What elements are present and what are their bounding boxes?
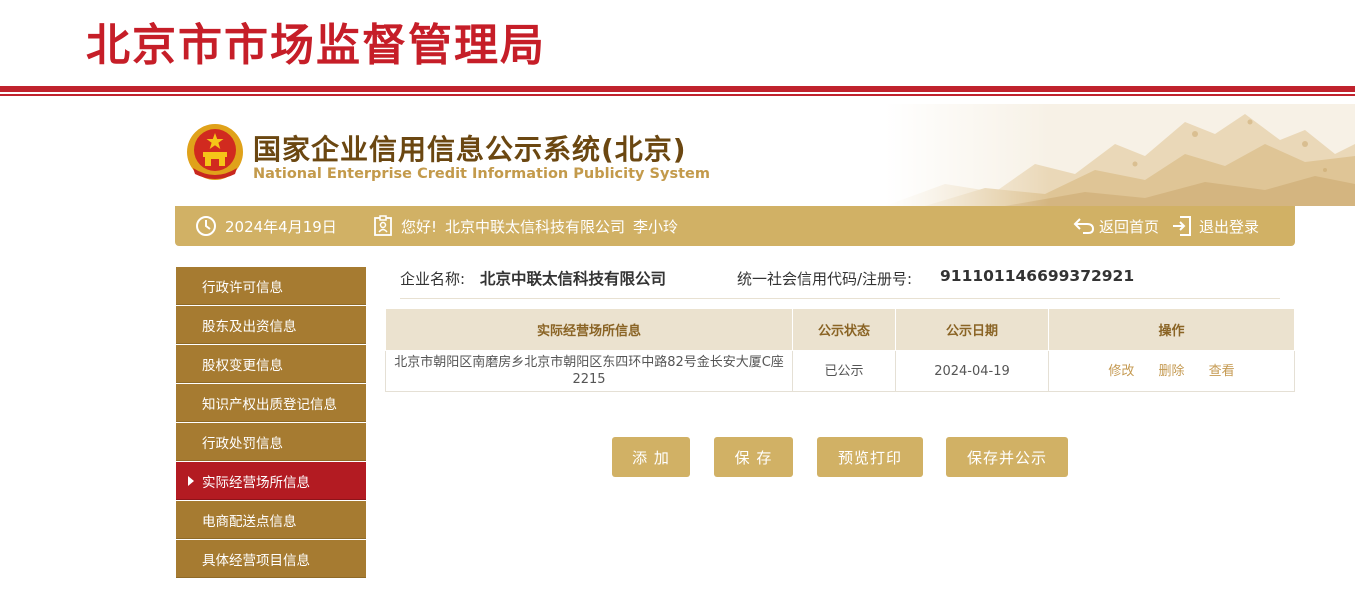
sidebar-item-ip-pledge[interactable]: 知识产权出质登记信息 xyxy=(176,384,366,422)
save-button[interactable]: 保 存 xyxy=(714,437,793,477)
edit-link[interactable]: 修改 xyxy=(1108,364,1134,379)
return-arrow-icon xyxy=(1073,218,1095,234)
home-label: 返回首页 xyxy=(1099,217,1160,236)
sidebar-item-ecommerce-delivery[interactable]: 电商配送点信息 xyxy=(176,501,366,539)
sidebar-item-shareholders[interactable]: 股东及出资信息 xyxy=(176,306,366,344)
sidebar-item-admin-penalty[interactable]: 行政处罚信息 xyxy=(176,423,366,461)
logout-link[interactable]: 退出登录 xyxy=(1171,206,1259,246)
clock-icon xyxy=(196,216,216,236)
sidebar-item-label: 股权变更信息 xyxy=(202,357,283,374)
system-header: 国家企业信用信息公示系统(北京) National Enterprise Cre… xyxy=(175,104,1355,206)
delete-link[interactable]: 删除 xyxy=(1158,364,1184,379)
credit-code-label: 统一社会信用代码/注册号: xyxy=(737,270,913,288)
greeting-text: 您好! xyxy=(401,217,438,236)
premises-table: 实际经营场所信息 公示状态 公示日期 操作 北京市朝阳区南磨房乡北京市朝阳区东四… xyxy=(385,308,1295,392)
sidebar-item-label: 电商配送点信息 xyxy=(202,513,297,530)
info-bar: 2024年4月19日 您好! 北京中联太信科技有限公司 李小玲 返回首页 退出登… xyxy=(175,206,1295,246)
sidebar-item-label: 实际经营场所信息 xyxy=(202,474,310,491)
company-name-text: 北京中联太信科技有限公司 xyxy=(445,217,626,236)
sidebar-item-label: 具体经营项目信息 xyxy=(202,552,310,569)
date-cell: 2024-04-19 xyxy=(895,350,1049,392)
system-title: 国家企业信用信息公示系统(北京) xyxy=(253,133,687,166)
sidebar-item-label: 行政处罚信息 xyxy=(202,435,283,452)
sidebar-item-label: 行政许可信息 xyxy=(202,279,283,296)
sidebar-item-equity-change[interactable]: 股权变更信息 xyxy=(176,345,366,383)
sidebar-item-label: 知识产权出质登记信息 xyxy=(202,396,337,413)
system-subtitle: National Enterprise Credit Information P… xyxy=(253,166,710,182)
column-header-status: 公示状态 xyxy=(792,308,896,351)
preview-print-button[interactable]: 预览打印 xyxy=(817,437,923,477)
date-display: 2024年4月19日 xyxy=(195,206,337,246)
column-header-address: 实际经营场所信息 xyxy=(385,308,793,351)
column-header-date: 公示日期 xyxy=(895,308,1049,351)
user-name-text: 李小玲 xyxy=(633,217,679,236)
sidebar-item-business-premises[interactable]: 实际经营场所信息 xyxy=(176,462,366,500)
view-link[interactable]: 查看 xyxy=(1209,364,1235,379)
mountain-landscape-image xyxy=(885,104,1355,206)
add-button[interactable]: 添 加 xyxy=(612,437,690,477)
company-name-label: 企业名称: xyxy=(400,270,466,288)
company-info: 企业名称: 北京中联太信科技有限公司 统一社会信用代码/注册号: 9111011… xyxy=(400,262,1280,299)
sidebar-item-label: 股东及出资信息 xyxy=(202,318,297,335)
banner-divider xyxy=(0,86,1355,92)
save-publish-button[interactable]: 保存并公示 xyxy=(946,437,1068,477)
sidebar-item-admin-license[interactable]: 行政许可信息 xyxy=(176,267,366,305)
table-row: 北京市朝阳区南磨房乡北京市朝阳区东四环中路82号金长安大厦C座2215 已公示 … xyxy=(385,350,1295,392)
column-header-actions: 操作 xyxy=(1048,308,1295,351)
sidebar-menu: 行政许可信息 股东及出资信息 股权变更信息 知识产权出质登记信息 行政处罚信息 … xyxy=(176,267,366,579)
user-badge-icon xyxy=(374,215,392,236)
actions-cell: 修改 删除 查看 xyxy=(1048,350,1295,392)
national-emblem-icon xyxy=(187,124,243,180)
logout-icon xyxy=(1173,216,1191,236)
sidebar-item-business-projects[interactable]: 具体经营项目信息 xyxy=(176,540,366,578)
banner-divider-thin xyxy=(0,94,1355,96)
credit-code-value: 911101146699372921 xyxy=(940,267,1135,285)
company-name-value: 北京中联太信科技有限公司 xyxy=(480,270,667,288)
caret-right-icon xyxy=(188,476,194,486)
address-cell: 北京市朝阳区南磨房乡北京市朝阳区东四环中路82号金长安大厦C座2215 xyxy=(385,350,793,392)
home-link[interactable]: 返回首页 xyxy=(1073,206,1159,246)
current-date: 2024年4月19日 xyxy=(225,217,337,236)
status-cell: 已公示 xyxy=(792,350,896,392)
logout-label: 退出登录 xyxy=(1199,217,1260,236)
agency-title: 北京市市场监督管理局 xyxy=(86,20,546,71)
table-header-row: 实际经营场所信息 公示状态 公示日期 操作 xyxy=(385,308,1295,351)
user-greeting: 您好! 北京中联太信科技有限公司 李小玲 xyxy=(373,206,678,246)
